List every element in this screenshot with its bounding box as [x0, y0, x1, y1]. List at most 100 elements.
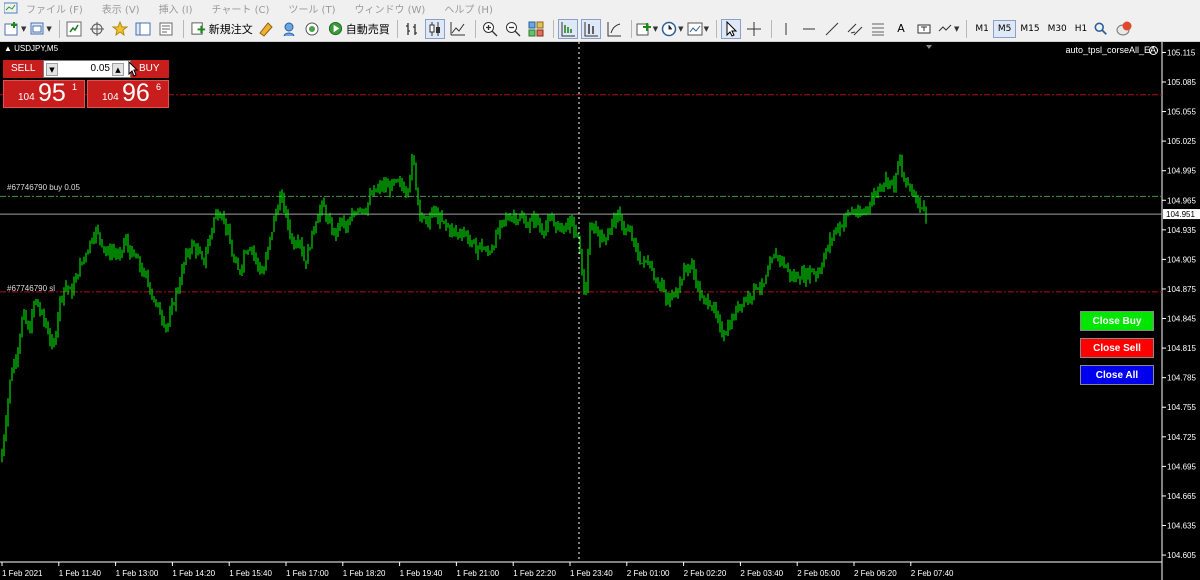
tile-windows-button[interactable]: [526, 19, 546, 39]
current-price-label: 104.951: [1166, 210, 1195, 219]
indicators-button[interactable]: ▼: [636, 19, 658, 39]
market-button[interactable]: [302, 19, 322, 39]
time-tick-label: 2 Feb 03:40: [740, 569, 783, 578]
data-window-button[interactable]: [87, 19, 107, 39]
fibonacci-button[interactable]: [868, 19, 888, 39]
close-buy-button[interactable]: Close Buy: [1080, 311, 1154, 331]
metaeditor-button[interactable]: [256, 19, 276, 39]
crosshair-tool-button[interactable]: [744, 19, 764, 39]
price-tick-label: 104.935: [1167, 226, 1196, 235]
navigator-button[interactable]: [110, 19, 130, 39]
text-tool-label: A: [897, 22, 905, 35]
text-tool-button[interactable]: A: [891, 19, 911, 39]
new-order-button[interactable]: 新規注文: [188, 21, 256, 37]
candlestick-button[interactable]: [424, 18, 445, 39]
cursor-tool-button[interactable]: [720, 18, 741, 39]
toolbar-separator: [182, 19, 184, 38]
chart-shift-button[interactable]: [557, 18, 578, 39]
menu-file[interactable]: ファイル (F): [26, 1, 83, 16]
periods-button[interactable]: ▼: [661, 19, 684, 39]
terminal-icon: [135, 22, 151, 35]
zoom-out-button[interactable]: [503, 19, 523, 39]
trendline-icon: [825, 22, 839, 35]
new-chart-button[interactable]: ▼: [4, 19, 26, 39]
zoom-in-button[interactable]: [480, 19, 500, 39]
order-sl-label: #67746790 sl: [7, 284, 56, 293]
timeframe-m5[interactable]: M5: [992, 19, 1017, 38]
buy-price-box[interactable]: 104 96 6: [87, 79, 169, 108]
price-tick-label: 105.055: [1167, 108, 1196, 117]
chart-area[interactable]: 105.115 105.085 105.055 105.025 104.995 104.9…: [0, 42, 1200, 580]
timeframe-m30[interactable]: M30: [1044, 20, 1071, 38]
tester-icon: [159, 22, 173, 35]
sell-price-box[interactable]: 104 95 1: [3, 79, 85, 108]
line-chart-button[interactable]: [448, 19, 468, 39]
profiles-button[interactable]: ▼: [29, 19, 52, 39]
timeframe-h1[interactable]: H1: [1071, 20, 1092, 38]
price-chart[interactable]: 105.115 105.085 105.055 105.025 104.995 104.9…: [0, 42, 1200, 580]
price-tick-label: 104.845: [1167, 315, 1196, 324]
auto-trading-button[interactable]: 自動売買: [325, 21, 393, 37]
zoom-in-icon: [482, 21, 498, 36]
tester-button[interactable]: [156, 19, 176, 39]
trendline-button[interactable]: [822, 19, 842, 39]
channel-button[interactable]: [845, 19, 865, 39]
lot-decrease-button[interactable]: ▼: [46, 63, 58, 76]
app-icon: [4, 2, 18, 14]
zoom-out-icon: [505, 21, 521, 36]
text-label-tool-button[interactable]: [914, 19, 934, 39]
horizontal-line-button[interactable]: [799, 19, 819, 39]
price-tick-label: 104.785: [1167, 374, 1196, 383]
navigator-star-icon: [111, 20, 128, 36]
close-all-button[interactable]: Close All: [1080, 365, 1154, 385]
menu-chart[interactable]: チャート (C): [212, 1, 270, 16]
price-tick-label: 104.875: [1167, 285, 1196, 294]
close-sell-button[interactable]: Close Sell: [1080, 338, 1154, 358]
metaeditor-icon: [259, 21, 273, 37]
sell-price-superscript: 1: [72, 82, 78, 92]
arrows-tool-button[interactable]: ▼: [937, 19, 959, 39]
vertical-line-icon: [785, 22, 787, 35]
vertical-line-button[interactable]: [776, 19, 796, 39]
crosshair-tool-icon: [746, 21, 761, 36]
notification-icon: [1116, 21, 1132, 35]
menu-window[interactable]: ウィンドウ (W): [354, 1, 425, 16]
time-tick-label: 1 Feb 13:00: [116, 569, 159, 578]
autoscroll-button[interactable]: [580, 18, 601, 39]
chart-shift-icon: [561, 21, 575, 36]
lot-size-field[interactable]: ▼ 0.05 ▲: [43, 60, 131, 78]
templates-button[interactable]: ▼: [687, 19, 709, 39]
clock-icon: [661, 21, 677, 36]
menu-insert[interactable]: 挿入 (I): [159, 1, 193, 16]
new-order-icon: [191, 22, 205, 35]
signals-button[interactable]: [279, 19, 299, 39]
lot-increase-button[interactable]: ▲: [112, 63, 124, 76]
terminal-button[interactable]: [133, 19, 153, 39]
time-tick-label: 1 Feb 23:40: [570, 569, 613, 578]
cursor-icon: [726, 20, 738, 37]
market-watch-button[interactable]: [64, 19, 84, 39]
menu-tools[interactable]: ツール (T): [288, 1, 335, 16]
profiles-icon: [30, 22, 44, 34]
price-tick-label: 104.605: [1167, 551, 1196, 560]
time-tick-label: 2 Feb 05:00: [797, 569, 840, 578]
time-tick-label: 1 Feb 14:20: [172, 569, 215, 578]
sell-button[interactable]: SELL: [3, 60, 43, 78]
menu-help[interactable]: ヘルプ (H): [444, 1, 493, 16]
toolbar: ▼ ▼ 新規注文 自動売買 ▼ ▼ ▼ A ▼ M1 M5 M15 M30 H1: [0, 16, 1200, 42]
period-separator-icon: [607, 21, 621, 36]
channel-icon: [847, 23, 863, 35]
search-button[interactable]: [1091, 19, 1111, 39]
price-tick-label: 104.965: [1167, 196, 1196, 205]
period-separator-button[interactable]: [604, 19, 624, 39]
buy-price-superscript: 6: [156, 82, 162, 92]
arrows-icon: [938, 24, 952, 31]
notifications-button[interactable]: [1114, 19, 1134, 39]
sell-price-small: 104: [18, 92, 35, 103]
timeframe-m15[interactable]: M15: [1016, 20, 1043, 38]
autoscroll-icon: [584, 21, 598, 36]
timeframe-m1[interactable]: M1: [971, 20, 993, 38]
menu-bar: ファイル (F) 表示 (V) 挿入 (I) チャート (C) ツール (T) …: [0, 0, 1200, 16]
bar-chart-button[interactable]: [402, 19, 422, 39]
menu-view[interactable]: 表示 (V): [102, 1, 140, 16]
